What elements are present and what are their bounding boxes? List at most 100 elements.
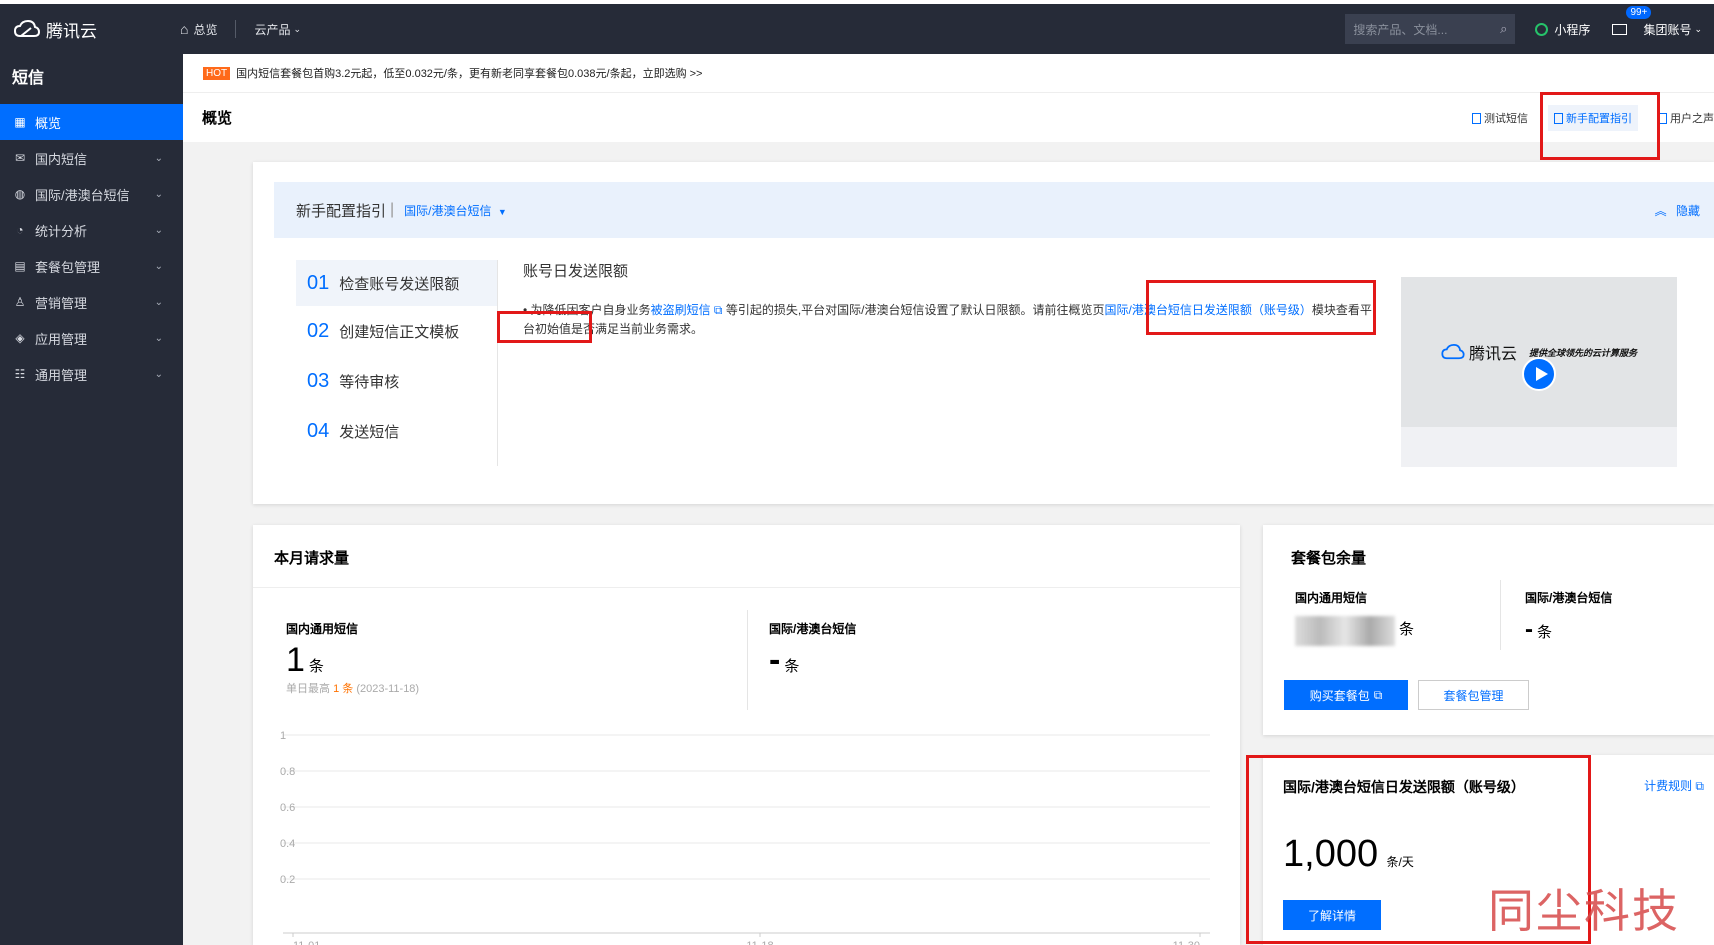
stat-value: 1 bbox=[286, 641, 305, 679]
video-thumbnail: 腾讯云 提供全球领先的云计算服务 bbox=[1401, 277, 1677, 427]
billing-rules-label: 计费规则 bbox=[1644, 779, 1693, 793]
stat-label: 国际/港澳台短信 bbox=[769, 622, 857, 636]
settings-icon: ☷ bbox=[14, 367, 26, 381]
step-number: 03 bbox=[307, 369, 330, 392]
account-label: 集团账号 bbox=[1643, 22, 1692, 37]
step-number: 02 bbox=[307, 319, 330, 342]
cloud-logo-icon bbox=[14, 20, 40, 37]
miniprogram-link[interactable]: 小程序 bbox=[1535, 21, 1590, 38]
chart-icon: ◔ bbox=[16, 223, 24, 237]
step-label: 发送短信 bbox=[339, 423, 400, 441]
domestic-package-stat: 国内通用短信 条 bbox=[1295, 589, 1414, 646]
intro-video[interactable]: 腾讯云 提供全球领先的云计算服务 bbox=[1401, 277, 1677, 467]
sidebar-item-label: 概览 bbox=[35, 115, 62, 131]
search-icon: ⌕ bbox=[1500, 21, 1508, 36]
sidebar-title: 短信 bbox=[12, 70, 45, 87]
stat-label: 国内通用短信 bbox=[286, 622, 359, 636]
layers-icon: ◈ bbox=[15, 331, 25, 345]
intl-package-stat: 国际/港澳台短信 -条 bbox=[1525, 589, 1612, 644]
y-tick-label: 1 bbox=[280, 730, 286, 742]
x-tick-label: 11-18 bbox=[746, 940, 773, 945]
brand-logo[interactable]: 腾讯云 bbox=[14, 17, 164, 42]
hide-guide-button[interactable]: ︽ 隐藏 bbox=[1655, 202, 1700, 219]
daily-max-date: (2023-11-18) bbox=[356, 683, 420, 695]
sidebar-item-packages[interactable]: ▤ 套餐包管理 ⌄ bbox=[0, 248, 183, 284]
miniprogram-label: 小程序 bbox=[1554, 22, 1591, 37]
search-input[interactable]: 搜索产品、文档... ⌕ bbox=[1345, 14, 1516, 44]
sidebar: 短信 ▦ 概览 ✉ 国内短信 ⌄ ◍ 国际/港澳台短信 ⌄ ◔ 统计分析 ⌄ ▤… bbox=[0, 54, 183, 945]
overview-nav[interactable]: ⌂ 总览 bbox=[180, 21, 217, 38]
guide-step-2[interactable]: 02 创建短信正文模板 bbox=[296, 306, 497, 356]
mail-icon bbox=[1612, 23, 1628, 35]
account-menu[interactable]: 集团账号 ⌄ bbox=[1643, 21, 1702, 38]
cloud-logo-icon bbox=[1441, 344, 1465, 360]
step-content-title: 账号日发送限额 bbox=[523, 263, 629, 280]
sidebar-item-apps[interactable]: ◈ 应用管理 ⌄ bbox=[0, 320, 183, 356]
y-tick-label: 0.6 bbox=[280, 802, 295, 814]
products-label: 云产品 bbox=[254, 22, 291, 37]
user-voice-link[interactable]: 用户之声 bbox=[1658, 110, 1714, 126]
user-voice-label: 用户之声 bbox=[1670, 113, 1714, 125]
manage-package-button[interactable]: 套餐包管理 bbox=[1418, 680, 1529, 710]
monthly-requests-card: 本月请求量 国内通用短信 1条 单日最高 1 条 (2023-11-18) 国际… bbox=[253, 525, 1240, 945]
search-placeholder: 搜索产品、文档... bbox=[1353, 22, 1448, 37]
intl-request-stat: 国际/港澳台短信 -条 bbox=[769, 620, 856, 680]
guide-header: 新手配置指引 | 国际/港澳台短信 ▼ ︽ 隐藏 bbox=[274, 182, 1714, 238]
chevron-down-icon: ⌄ bbox=[1694, 23, 1702, 34]
mail-icon: ✉ bbox=[14, 151, 26, 165]
card-title: 套餐包余量 bbox=[1291, 550, 1367, 567]
top-bar: 腾讯云 ⌂ 总览 云产品 ⌄ 搜索产品、文档... ⌕ 小程序 99+ 集团账号… bbox=[0, 0, 1714, 54]
highlight-box-limit-link bbox=[1146, 280, 1376, 335]
chevron-down-icon: ⌄ bbox=[154, 188, 163, 200]
stat-unit: 条 bbox=[1399, 621, 1415, 639]
beginner-guide-card: 新手配置指引 | 国际/港澳台短信 ▼ ︽ 隐藏 01 检查账号发送限额 02 … bbox=[253, 162, 1714, 504]
caret-down-icon: ▼ bbox=[497, 206, 507, 217]
request-chart: 1 0.8 0.6 0.4 0.2 11-01 11-18 11-30 bbox=[280, 730, 1210, 945]
fraud-sms-link[interactable]: 被盗刷短信 bbox=[651, 303, 711, 317]
chevron-down-icon: ⌄ bbox=[154, 152, 163, 164]
video-slogan: 提供全球领先的云计算服务 bbox=[1529, 347, 1638, 358]
sidebar-item-label: 国际/港澳台短信 bbox=[35, 187, 130, 203]
sidebar-item-overview[interactable]: ▦ 概览 bbox=[0, 104, 183, 140]
guide-step-1[interactable]: 01 检查账号发送限额 bbox=[296, 260, 497, 306]
external-link-icon: ⧉ bbox=[713, 303, 723, 317]
hide-label: 隐藏 bbox=[1675, 203, 1700, 218]
test-sms-link[interactable]: 测试短信 bbox=[1472, 110, 1528, 126]
overview-label: 总览 bbox=[193, 22, 218, 37]
content-text-2: 等引起的损失,平台对国际/港澳台短信设置了默认日限额。请前往概览页 bbox=[725, 303, 1105, 317]
blurred-value bbox=[1295, 616, 1395, 646]
mail-badge: 99+ bbox=[1626, 5, 1652, 19]
stat-unit: 条 bbox=[784, 658, 800, 675]
sidebar-item-domestic-sms[interactable]: ✉ 国内短信 ⌄ bbox=[0, 140, 183, 176]
double-chevron-up-icon: ︽ bbox=[1654, 203, 1667, 218]
phone-icon bbox=[1472, 112, 1481, 124]
guide-step-4[interactable]: 04 发送短信 bbox=[296, 406, 497, 456]
guide-step-3[interactable]: 03 等待审核 bbox=[296, 356, 497, 406]
buy-package-button[interactable]: 购买套餐包 ⧉ bbox=[1284, 680, 1408, 710]
guide-select-value: 国际/港澳台短信 bbox=[404, 203, 492, 218]
daily-max-label: 单日最高 bbox=[286, 683, 330, 695]
stat-divider bbox=[747, 610, 748, 710]
billing-rules-link[interactable]: 计费规则 ⧉ bbox=[1644, 777, 1704, 794]
stat-unit: 条 bbox=[1537, 624, 1553, 641]
sidebar-item-general[interactable]: ☷ 通用管理 ⌄ bbox=[0, 356, 183, 392]
mail-button[interactable]: 99+ bbox=[1612, 5, 1652, 35]
sidebar-item-marketing[interactable]: ♙ 营销管理 ⌄ bbox=[0, 284, 183, 320]
miniprogram-icon bbox=[1535, 22, 1549, 36]
sidebar-item-statistics[interactable]: ◔ 统计分析 ⌄ bbox=[0, 212, 183, 248]
stat-value: - bbox=[769, 641, 781, 679]
play-icon[interactable] bbox=[1522, 357, 1556, 391]
sidebar-item-intl-sms[interactable]: ◍ 国际/港澳台短信 ⌄ bbox=[0, 176, 183, 212]
sidebar-item-label: 统计分析 bbox=[35, 223, 88, 239]
guide-steps: 01 检查账号发送限额 02 创建短信正文模板 03 等待审核 04 发送短信 bbox=[296, 260, 498, 466]
stat-label: 国内通用短信 bbox=[1295, 591, 1368, 605]
guide-product-select[interactable]: 国际/港澳台短信 ▼ bbox=[404, 202, 507, 219]
domestic-request-stat: 国内通用短信 1条 单日最高 1 条 (2023-11-18) bbox=[286, 620, 419, 696]
package-balance-card: 套餐包余量 国内通用短信 条 国际/港澳台短信 -条 购买套餐包 ⧉ 套餐包管理 bbox=[1263, 525, 1714, 735]
sidebar-item-label: 通用管理 bbox=[35, 367, 88, 383]
products-menu[interactable]: 云产品 ⌄ bbox=[254, 21, 301, 38]
step-number: 04 bbox=[307, 419, 330, 442]
promo-notice[interactable]: HOT 国内短信套餐包首购3.2元起，低至0.032元/条，更有新老同享套餐包0… bbox=[183, 54, 1714, 92]
sidebar-item-label: 套餐包管理 bbox=[35, 259, 101, 275]
package-icon: ▤ bbox=[14, 259, 26, 273]
